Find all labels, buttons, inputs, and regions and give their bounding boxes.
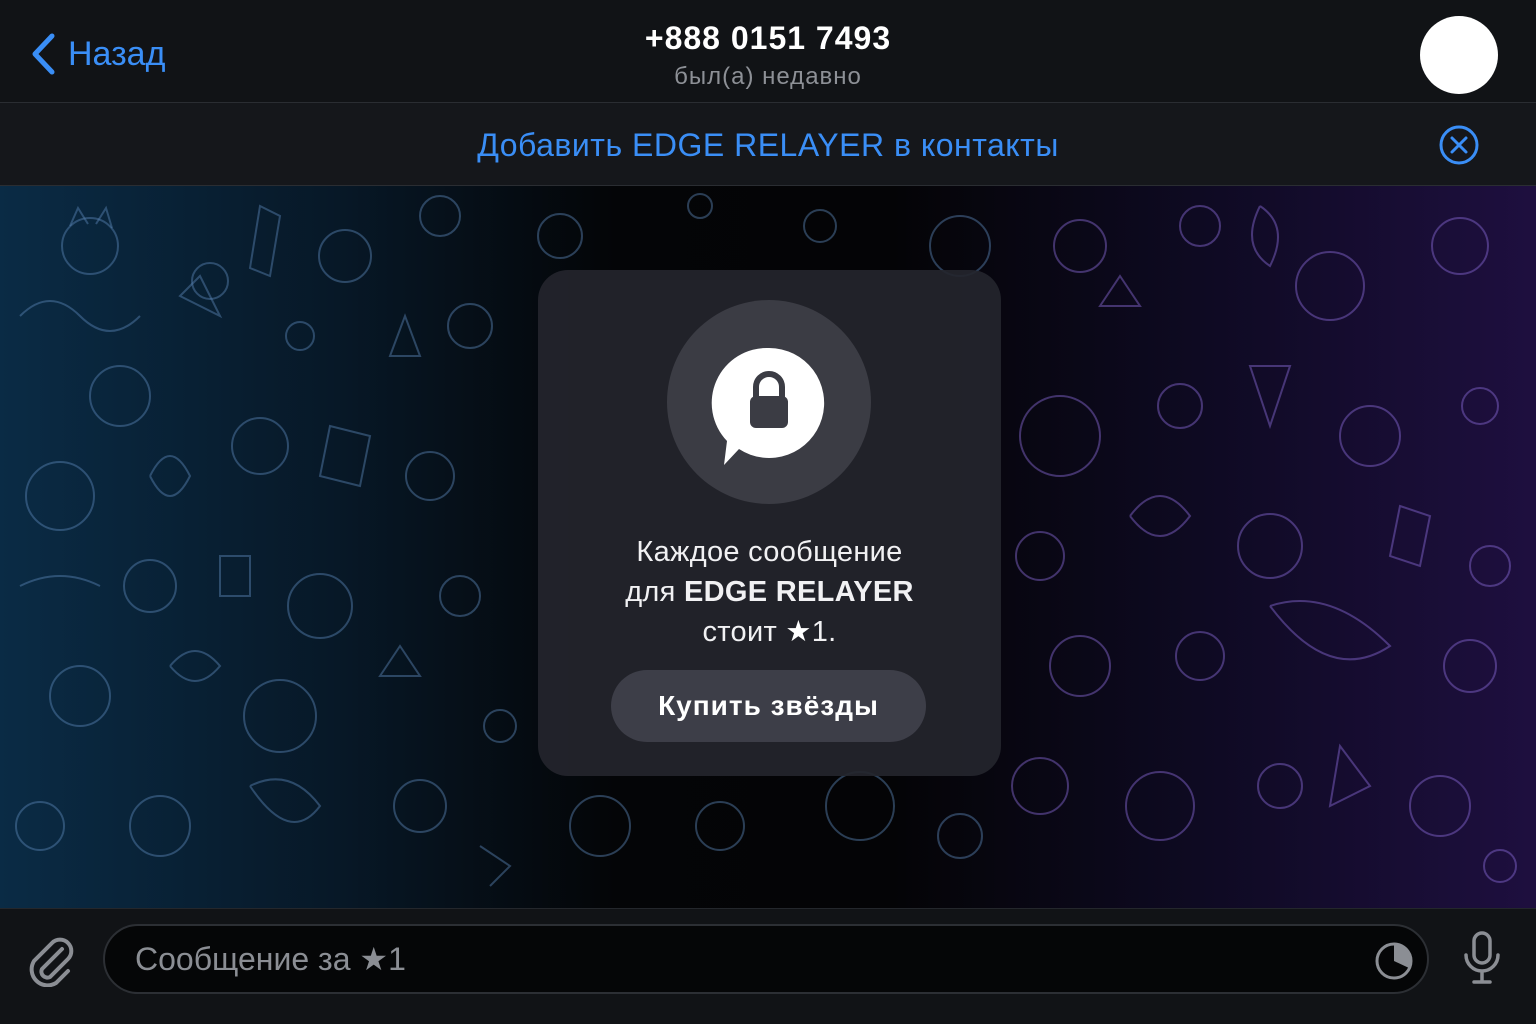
star-icon: ★ xyxy=(785,616,812,648)
lock-icon-circle xyxy=(667,300,871,504)
paywall-line-3-prefix: стоит xyxy=(702,616,786,648)
chat-title: +888 0151 7493 xyxy=(644,20,892,56)
add-contact-link[interactable]: Добавить EDGE RELAYER в контакты xyxy=(0,123,1536,167)
timer-icon[interactable] xyxy=(1373,940,1415,982)
placeholder-price: 1 xyxy=(388,941,406,977)
paywall-line-3: стоит ★1. xyxy=(538,612,1001,652)
last-seen-status: был(а) недавно xyxy=(674,63,862,90)
star-icon: ★ xyxy=(359,941,389,977)
add-contact-bar: Добавить EDGE RELAYER в контакты xyxy=(0,103,1536,186)
paywall-message: Каждое сообщение для EDGE RELAYER стоит … xyxy=(538,532,1001,652)
paperclip-icon[interactable] xyxy=(26,935,74,987)
message-composer: Сообщение за ★1 xyxy=(0,908,1536,1024)
buy-stars-button[interactable]: Купить звёзды xyxy=(611,670,926,742)
contact-name: EDGE RELAYER xyxy=(684,576,914,608)
paywall-line-2: для EDGE RELAYER xyxy=(538,572,1001,612)
close-icon[interactable] xyxy=(1438,124,1480,166)
paid-message-card: Каждое сообщение для EDGE RELAYER стоит … xyxy=(538,270,1001,776)
paywall-line-1: Каждое сообщение xyxy=(636,536,903,568)
price-value: 1. xyxy=(811,616,837,648)
chat-title-block[interactable]: +888 0151 7493 был(а) недавно xyxy=(0,18,1536,94)
chat-header: Назад +888 0151 7493 был(а) недавно xyxy=(0,0,1536,103)
lock-chat-bubble-icon xyxy=(711,347,825,465)
message-input[interactable]: Сообщение за ★1 xyxy=(103,924,1429,994)
placeholder-text: Сообщение за xyxy=(135,941,360,977)
paywall-line-2-prefix: для xyxy=(625,576,685,608)
microphone-icon[interactable] xyxy=(1462,931,1502,985)
avatar[interactable] xyxy=(1420,16,1498,94)
message-input-placeholder: Сообщение за ★1 xyxy=(135,938,406,980)
